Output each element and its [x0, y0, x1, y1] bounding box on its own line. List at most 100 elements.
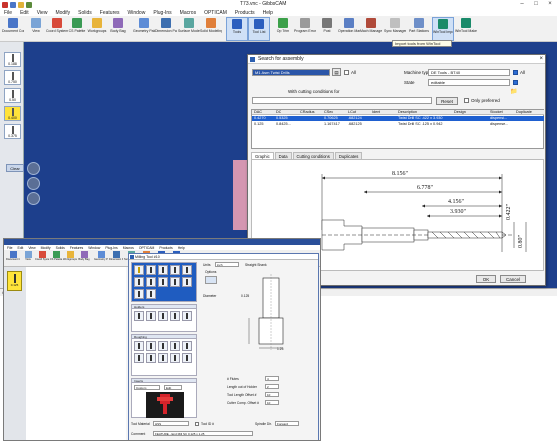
col-duplicate[interactable]: Duplicate	[516, 110, 532, 115]
inner-workgroups-button[interactable]: Workgroups	[63, 251, 77, 261]
post-button[interactable]: Post	[316, 17, 338, 41]
all-checkbox[interactable]	[344, 70, 349, 75]
palette-tool-2[interactable]: 0.750	[4, 70, 21, 85]
solid-modeling-button[interactable]: Solid Modeling	[200, 17, 222, 41]
palette-tool-1[interactable]: 0.188	[4, 52, 21, 67]
tool-type-10[interactable]	[182, 277, 192, 287]
edit-button[interactable]: Edit	[164, 385, 182, 390]
cutting-conditions-field[interactable]	[252, 97, 432, 104]
col-cradius[interactable]: CRadius	[300, 110, 315, 115]
menu-view[interactable]: View	[37, 10, 48, 16]
inner-menu-view[interactable]: View	[28, 246, 35, 250]
tool-type-7[interactable]	[146, 277, 156, 287]
dialog-close-icon[interactable]: ×	[539, 55, 543, 64]
menu-opticam[interactable]: OPTICAM	[204, 10, 227, 16]
palette-tool-5[interactable]: 0.375	[4, 124, 21, 139]
custom-select[interactable]: Custom	[134, 385, 160, 390]
col-design[interactable]: Design	[454, 110, 466, 115]
reset-button[interactable]: Reset	[436, 97, 458, 105]
palette-tool-3[interactable]: 0.50	[4, 88, 21, 103]
state-select[interactable]: editable	[428, 79, 510, 86]
tool-type-3[interactable]	[158, 265, 168, 275]
tab-data[interactable]: Data	[274, 152, 292, 159]
zoom-view-icon[interactable]	[27, 192, 40, 205]
wintool-import-button[interactable]: WinTool Import	[432, 17, 454, 41]
inner-menu-opticam[interactable]: OPTICAM	[139, 246, 154, 250]
only-preferred-checkbox[interactable]	[464, 98, 469, 103]
op-trim-button[interactable]: Op Trim	[272, 17, 294, 41]
roughing-tool-6[interactable]	[134, 353, 144, 363]
save-file-icon[interactable]	[26, 1, 32, 8]
col-stocket[interactable]: Stocket	[490, 110, 503, 115]
roughing-tool-5[interactable]	[182, 341, 192, 351]
menu-window[interactable]: Window	[128, 10, 146, 16]
tab-duplicates[interactable]: Duplicates	[334, 152, 363, 159]
roughing-tool-7[interactable]	[146, 353, 156, 363]
tab-cutting-conditions[interactable]: Cutting conditions	[292, 152, 334, 159]
roughing-tool-8[interactable]	[158, 353, 168, 363]
surface-modeling-button[interactable]: Surface Modeling	[178, 17, 200, 41]
tool-type-9[interactable]	[170, 277, 180, 287]
col-dac[interactable]: DAC	[254, 110, 262, 115]
wintool-make-list-button[interactable]: WinTool Make List	[455, 17, 477, 41]
body-bag-button[interactable]: Body Bag	[107, 17, 129, 41]
table-row[interactable]: 0.4270 0.5325 0.70625 .682124 Twist Dril…	[252, 116, 544, 121]
roughing-tool-9[interactable]	[170, 353, 180, 363]
tool-type-1[interactable]	[134, 265, 144, 275]
menu-modify[interactable]: Modify	[55, 10, 70, 16]
flutes-field[interactable]: 4	[265, 376, 279, 381]
tool-type-4[interactable]	[170, 265, 180, 275]
pan-view-icon[interactable]	[27, 177, 40, 190]
tool-material-select[interactable]: HSS	[153, 421, 189, 426]
tool-length-offset-field[interactable]: 10	[265, 392, 279, 397]
holder-5[interactable]	[182, 311, 192, 321]
menu-features[interactable]: Features	[100, 10, 120, 16]
rotate-view-icon[interactable]	[27, 162, 40, 175]
holder-3[interactable]	[158, 311, 168, 321]
inner-menu-plugins[interactable]: Plug-Ins	[105, 246, 117, 250]
cancel-button[interactable]: Cancel	[500, 275, 526, 283]
inner-menu-macros[interactable]: Macros	[123, 246, 134, 250]
maximize-icon[interactable]: □	[529, 0, 543, 9]
menu-edit[interactable]: Edit	[20, 10, 29, 16]
roughing-tool-10[interactable]	[182, 353, 192, 363]
inner-menu-file[interactable]: File	[7, 246, 12, 250]
inner-menu-modify[interactable]: Modify	[41, 246, 51, 250]
col-lcut[interactable]: LCut	[348, 110, 356, 115]
length-out-field[interactable]: 2	[265, 384, 279, 389]
open-file-icon[interactable]	[18, 1, 24, 8]
inner-menu-solids[interactable]: Solids	[56, 246, 65, 250]
inner-body-bag-button[interactable]: Body Bag	[77, 251, 91, 261]
inner-menu-features[interactable]: Features	[70, 246, 83, 250]
minimize-icon[interactable]: –	[515, 0, 529, 9]
inner-coord-systems-button[interactable]: Coord Systems	[35, 251, 49, 261]
menu-file[interactable]: File	[4, 10, 12, 16]
roughing-tool-2[interactable]	[146, 341, 156, 351]
table-row[interactable]: 0.125 0.8425... 1.167417 .682125 Twist D…	[252, 122, 544, 127]
inner-document-control-button[interactable]: Document Control	[6, 251, 20, 261]
options-button[interactable]	[205, 276, 217, 284]
cutter-comp-field[interactable]: 10	[265, 400, 279, 405]
units-select[interactable]: inch	[215, 262, 239, 267]
roughing-tool-1[interactable]	[134, 341, 144, 351]
col-ident[interactable]: Ident	[372, 110, 380, 115]
inner-menu-products[interactable]: Products	[159, 246, 172, 250]
inner-menu-window[interactable]: Window	[88, 246, 100, 250]
roughing-tool-4[interactable]	[170, 341, 180, 351]
clear-tools-button[interactable]: Clear	[6, 164, 24, 172]
menu-products[interactable]: Products	[235, 10, 255, 16]
workgroups-button[interactable]: Workgroups	[86, 17, 108, 41]
tool-type-8[interactable]	[158, 277, 168, 287]
tool-type-11[interactable]	[134, 289, 144, 299]
col-csec[interactable]: CSec	[324, 110, 333, 115]
geometry-palette-button[interactable]: Geometry Palette	[133, 17, 155, 41]
inner-cs-palette-button[interactable]: CS Palette	[49, 251, 63, 261]
palette-tool-4-selected[interactable]: 0.400	[4, 106, 21, 121]
tool-type-6[interactable]	[134, 277, 144, 287]
menu-macros[interactable]: Macros	[180, 10, 196, 16]
comment-field[interactable]: FEATURE - End Mill SC 0.125 x 1.25	[153, 431, 253, 436]
holder-1[interactable]	[134, 311, 144, 321]
part-stations-button[interactable]: Part Stations	[408, 17, 430, 41]
document-control-button[interactable]: Document Control	[2, 17, 24, 41]
dimension-palette-button[interactable]: Dimension Palette	[155, 17, 177, 41]
